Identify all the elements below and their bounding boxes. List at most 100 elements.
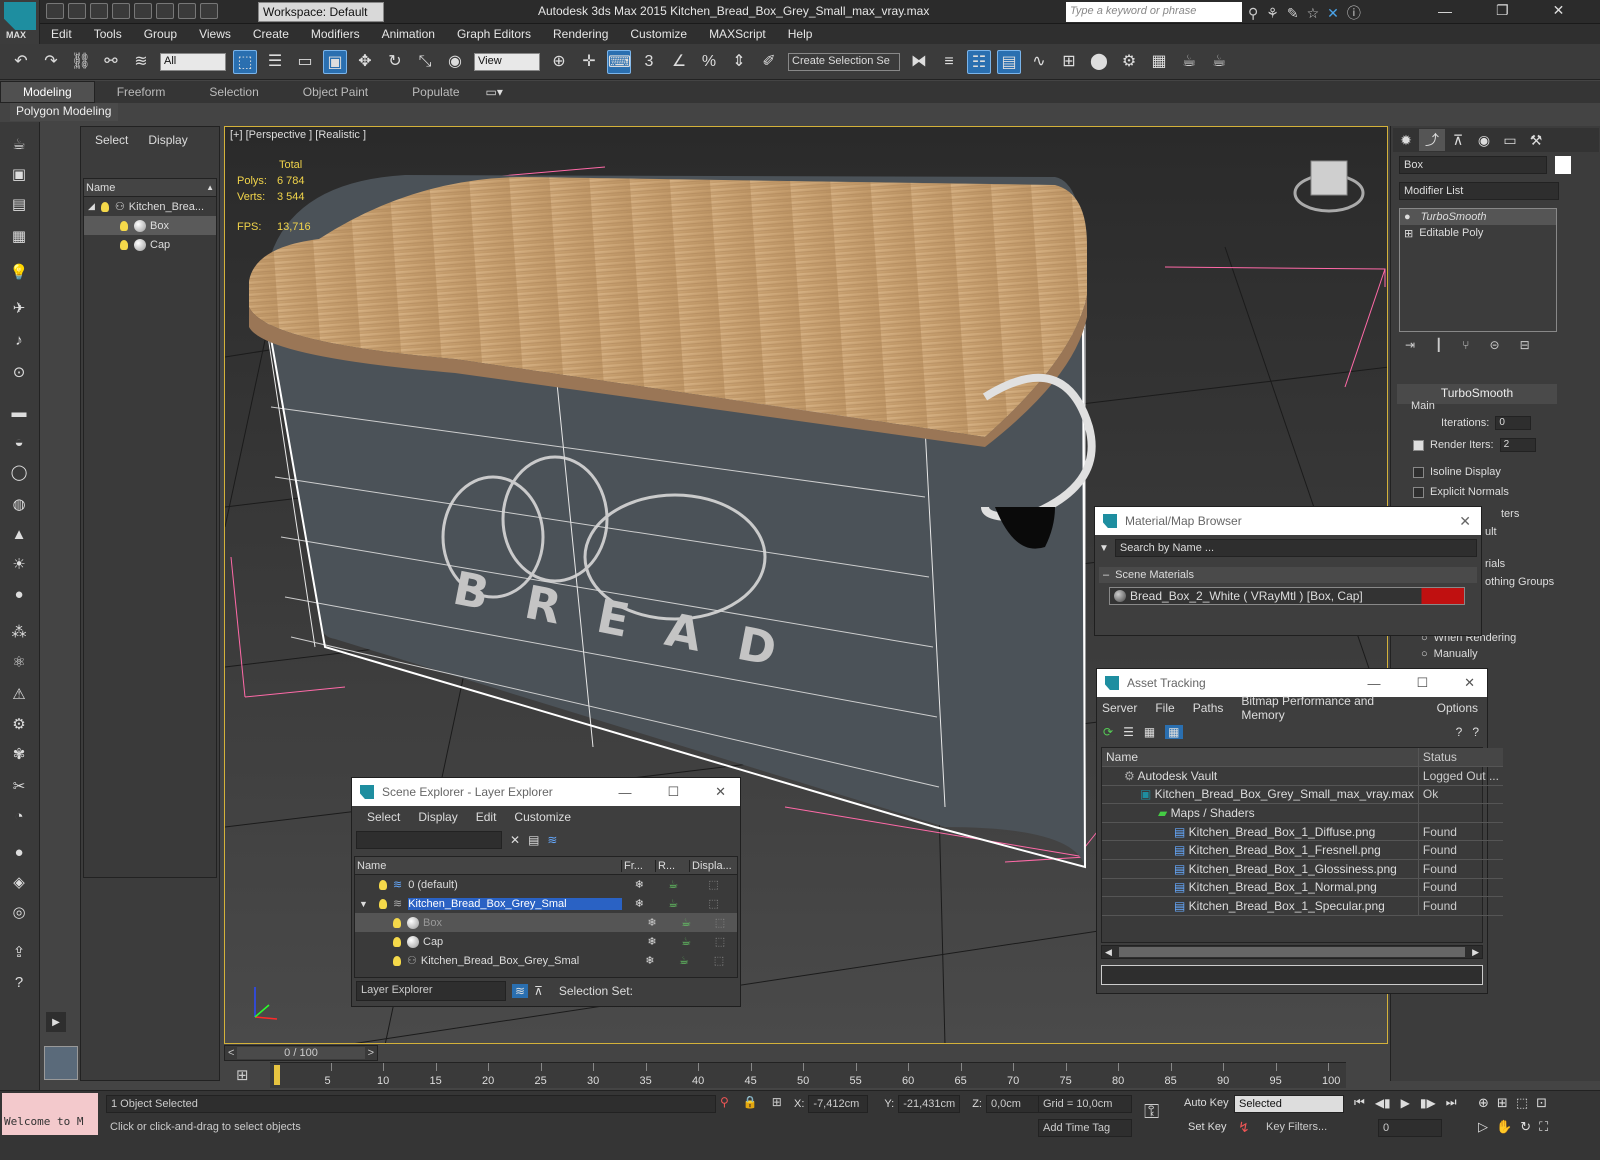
light-bulb-icon[interactable] xyxy=(120,239,128,250)
column-renderable[interactable]: R... xyxy=(655,859,689,872)
options-dropdown-icon[interactable]: ▼ xyxy=(1099,543,1109,554)
undo-icon[interactable]: ↶ xyxy=(9,50,33,74)
minimize-icon[interactable]: — xyxy=(618,785,631,800)
fetch-icon[interactable] xyxy=(178,3,196,19)
asset-row[interactable]: ▤ Kitchen_Bread_Box_1_Specular.png Found xyxy=(1102,896,1503,916)
render-iters-spinner[interactable]: 2 xyxy=(1499,438,1536,452)
sound-icon[interactable]: ♪ xyxy=(6,330,32,352)
maximize-viewport-icon[interactable]: ⛶ xyxy=(1539,1119,1548,1135)
tab-freeform[interactable]: Freeform xyxy=(95,82,188,102)
refresh-icon[interactable]: ⟳ xyxy=(1103,725,1113,739)
time-slider[interactable]: < 0 / 100 > xyxy=(224,1045,378,1061)
key-curve-icon[interactable]: ↯ xyxy=(1238,1119,1250,1136)
table-view-icon[interactable]: ▦ xyxy=(1165,725,1183,739)
maximize-icon[interactable]: ☐ xyxy=(667,784,679,800)
mirror-icon[interactable]: ⧓ xyxy=(907,50,931,74)
export-icon[interactable]: ⇪ xyxy=(6,942,32,964)
timeline-track[interactable]: 5 10 15 20 25 30 35 40 45 50 55 60 65 70 75 80 85 90 95 100 xyxy=(270,1062,1346,1088)
orbit-icon[interactable]: ↻ xyxy=(1520,1119,1531,1135)
explorer-mode-dropdown[interactable]: Layer Explorer xyxy=(356,981,506,1001)
zoom-extents-icon[interactable]: ⬚ xyxy=(1516,1095,1528,1111)
isolate-icon[interactable]: ⚲ xyxy=(720,1095,729,1109)
pin-stack-icon[interactable]: ⇥ xyxy=(1405,338,1415,352)
asset-row[interactable]: ▤ Kitchen_Bread_Box_1_Glossiness.png Foun… xyxy=(1102,859,1503,879)
toggle-ribbon-icon[interactable]: ▤ xyxy=(997,49,1021,74)
unlink-icon[interactable]: ⚯ xyxy=(99,50,123,74)
asset-row[interactable]: ▰ Maps / Shaders xyxy=(1102,803,1503,823)
display-tab-icon[interactable]: ▭ xyxy=(1497,129,1523,151)
layer-row-selected[interactable]: ▼ ≋ Kitchen_Bread_Box_Grey_Smal ❄ ☕ ⬚ xyxy=(355,894,737,913)
layer-explorer-icon[interactable]: ≋ xyxy=(512,984,529,998)
dynamics-icon[interactable]: ⚛ xyxy=(6,652,32,674)
render-frame-icon[interactable]: ▣ xyxy=(6,164,32,186)
group-row[interactable]: ⚇ Kitchen_Bread_Box_Grey_Smal ❄ ☕ ⬚ xyxy=(355,951,737,970)
foliage-icon[interactable]: ✾ xyxy=(6,744,32,766)
cone-icon[interactable]: ▲ xyxy=(6,524,32,546)
restore-icon[interactable]: ❐ xyxy=(1496,2,1509,19)
layer-manager-icon[interactable]: ☷ xyxy=(967,49,991,74)
move-icon[interactable]: ✥ xyxy=(353,50,377,74)
minimize-icon[interactable]: — xyxy=(1367,676,1380,691)
motion-tab-icon[interactable]: ◉ xyxy=(1471,129,1497,151)
help-icon[interactable]: ? xyxy=(6,972,32,994)
angle-snap-icon[interactable]: ∠ xyxy=(667,50,691,74)
menu-modifiers[interactable]: Modifiers xyxy=(311,27,360,41)
light-bulb-icon[interactable] xyxy=(379,879,387,890)
remove-modifier-icon[interactable]: ⊝ xyxy=(1490,338,1500,352)
menu-graph-editors[interactable]: Graph Editors xyxy=(457,27,531,41)
y-coordinate-field[interactable]: -21,431cm xyxy=(898,1095,961,1113)
select-by-name-icon[interactable]: ☰ xyxy=(263,50,287,74)
subscription-icon[interactable]: ⚘ xyxy=(1266,5,1279,22)
menu-help[interactable]: Help xyxy=(788,27,813,41)
asset-row[interactable]: ▣ Kitchen_Bread_Box_Grey_Small_max_vray.… xyxy=(1102,785,1503,805)
light-bulb-icon[interactable] xyxy=(120,220,128,231)
edit-named-selection-icon[interactable]: ✐ xyxy=(757,50,781,74)
menu-edit[interactable]: Edit xyxy=(476,810,497,824)
menu-paths[interactable]: Paths xyxy=(1193,701,1224,715)
window-crossing-icon[interactable]: ▣ xyxy=(323,49,347,74)
scene-search-input[interactable] xyxy=(356,831,502,849)
render-teapot-icon[interactable]: ☕ xyxy=(669,916,703,929)
favorites-star-icon[interactable]: ☆ xyxy=(1307,5,1320,22)
render-setup-icon[interactable]: ⚙ xyxy=(1117,50,1141,74)
communication-icon[interactable]: ✎ xyxy=(1287,5,1299,22)
camera-icon[interactable]: ⊙ xyxy=(6,362,32,384)
column-frozen[interactable]: Fr... xyxy=(621,859,655,872)
binoculars-icon[interactable]: ⚲ xyxy=(1248,5,1258,22)
sun-light-icon[interactable]: ☀ xyxy=(6,554,32,576)
horizontal-scrollbar[interactable]: ◀ ▶ xyxy=(1101,945,1483,959)
tab-selection[interactable]: Selection xyxy=(187,82,280,102)
sort-arrow-icon[interactable]: ▲ xyxy=(206,183,214,192)
tree-header[interactable]: Name ▲ xyxy=(84,179,216,197)
spinner-snap-icon[interactable]: ⇕ xyxy=(727,50,751,74)
iterations-spinner[interactable]: 0 xyxy=(1495,416,1532,430)
close-icon[interactable]: ✕ xyxy=(715,784,726,800)
schematic-view-icon[interactable]: ⊞ xyxy=(1057,50,1081,74)
geosphere-icon[interactable]: ◍ xyxy=(6,494,32,516)
light-bulb-icon[interactable] xyxy=(100,201,109,212)
hold-icon[interactable] xyxy=(156,3,174,19)
menu-customize[interactable]: Customize xyxy=(630,27,687,41)
thumbnail-view-icon[interactable]: ▦ xyxy=(1144,725,1155,739)
pan-icon[interactable]: ✋ xyxy=(1496,1119,1512,1135)
menu-bitmap-performance[interactable]: Bitmap Performance and Memory xyxy=(1241,694,1418,722)
list-view-icon[interactable]: ☰ xyxy=(1123,725,1134,739)
asset-row[interactable]: ▤ Kitchen_Bread_Box_1_Diffuse.png Found xyxy=(1102,822,1503,842)
field-of-view-icon[interactable]: ▷ xyxy=(1478,1119,1488,1135)
undo-icon[interactable] xyxy=(112,3,130,19)
light-bulb-icon[interactable] xyxy=(393,936,401,947)
x-coordinate-field[interactable]: -7,412cm xyxy=(808,1095,869,1113)
layer-row[interactable]: ≋ 0 (default) ❄ ☕ ⬚ xyxy=(355,875,737,894)
application-button[interactable]: MAX xyxy=(0,0,40,44)
tab-populate[interactable]: Populate xyxy=(390,82,481,102)
manipulate-icon[interactable]: ✛ xyxy=(577,50,601,74)
viewport-label[interactable]: [+] [Perspective ] [Realistic ] xyxy=(230,129,366,141)
particles-icon[interactable]: ⁂ xyxy=(6,622,32,644)
menu-views[interactable]: Views xyxy=(199,27,231,41)
display-box-icon[interactable]: ⬚ xyxy=(703,935,737,948)
material-search-input[interactable]: Search by Name ... xyxy=(1114,539,1477,557)
object-color-swatch[interactable] xyxy=(1555,156,1571,174)
named-selection-set-dropdown[interactable]: Create Selection Se xyxy=(788,52,900,71)
torus-primitive-icon[interactable]: ◯ xyxy=(6,462,32,484)
column-name[interactable]: Name xyxy=(1102,748,1419,768)
